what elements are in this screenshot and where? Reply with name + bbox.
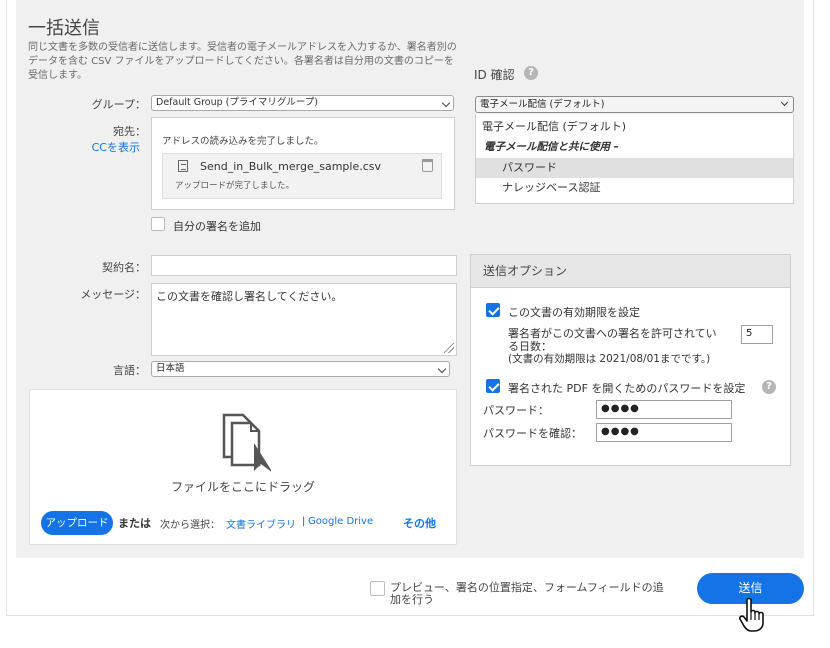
expiry-note: (文書の有効期限は 2021/08/01までです。) xyxy=(508,353,711,365)
agreement-name-input[interactable] xyxy=(151,255,457,276)
id-option-password[interactable]: パスワード xyxy=(476,158,793,178)
pdf-password-checkbox[interactable] xyxy=(486,379,500,393)
preview-checkbox[interactable] xyxy=(370,581,385,596)
message-textarea[interactable]: この文書を確認し署名してください。 xyxy=(151,283,457,356)
files-drag-icon xyxy=(222,413,271,472)
chevron-down-icon xyxy=(437,364,447,374)
group-select-value: Default Group (プライマリグループ) xyxy=(156,97,319,108)
show-cc-link[interactable]: CCを表示 xyxy=(60,139,140,155)
confirm-password-input[interactable]: ●●●● xyxy=(596,423,732,442)
id-verification-selected: 電子メール配信 (デフォルト) xyxy=(480,99,605,110)
expiry-label: この文書の有効期限を設定 xyxy=(508,306,640,319)
group-label: グループ： xyxy=(91,98,146,111)
expiry-checkbox[interactable] xyxy=(486,303,500,317)
more-sources-link[interactable]: その他 xyxy=(403,515,436,531)
page-title: 一括送信 xyxy=(28,18,100,39)
document-icon xyxy=(178,160,188,172)
id-option-knowledge-based[interactable]: ナレッジベース認証 xyxy=(476,178,793,198)
group-select[interactable]: Default Group (プライマリグループ) xyxy=(151,95,454,111)
link-separator: | xyxy=(302,516,306,527)
drag-files-text: ファイルをここにドラッグ xyxy=(170,480,315,494)
message-label: メッセージ： xyxy=(80,288,146,301)
id-verification-label: ID 確認 xyxy=(474,68,515,82)
preview-label: プレビュー、署名の位置指定、フォームフィールドの追加を行う xyxy=(390,581,664,606)
help-icon[interactable]: ? xyxy=(762,380,776,394)
uploaded-file-name: Send_in_Bulk_merge_sample.csv xyxy=(200,160,382,173)
send-options-panel: 送信オプション この文書の有効期限を設定 署名者がこの文書への署名を許可されてい… xyxy=(470,254,791,466)
language-select[interactable]: 日本語 xyxy=(151,361,450,377)
hand-cursor-icon xyxy=(739,597,764,632)
file-drop-zone[interactable]: ファイルをここにドラッグ アップロード または 次から選択： 文書ライブラリ |… xyxy=(29,389,457,545)
expiry-days-input[interactable]: 5 xyxy=(741,325,773,344)
google-drive-link[interactable]: Google Drive xyxy=(308,516,373,527)
chevron-down-icon xyxy=(441,98,451,108)
send-options-header: 送信オプション xyxy=(471,255,790,288)
password-label: パスワード： xyxy=(483,404,549,417)
or-text: または xyxy=(118,517,151,530)
uploaded-file-status: アップロードが完了しました。 xyxy=(175,181,295,191)
trash-icon[interactable] xyxy=(422,159,433,172)
id-option-email[interactable]: 電子メール配信 (デフォルト) xyxy=(476,117,793,137)
id-option-group-header: 電子メール配信と共に使用 – xyxy=(484,141,619,153)
add-signature-checkbox[interactable] xyxy=(151,217,165,231)
confirm-password-label: パスワードを確認： xyxy=(483,427,582,440)
language-label: 言語： xyxy=(113,364,146,377)
resize-handle-icon[interactable] xyxy=(444,343,454,353)
upload-button[interactable]: アップロード xyxy=(41,511,113,535)
document-library-link[interactable]: 文書ライブラリ xyxy=(226,516,296,531)
add-signature-label: 自分の署名を追加 xyxy=(173,220,261,233)
choose-from-text: 次から選択： xyxy=(160,520,220,531)
password-input[interactable]: ●●●● xyxy=(596,400,732,419)
language-select-value: 日本語 xyxy=(156,363,185,374)
message-text: この文書を確認し署名してください。 xyxy=(156,290,343,303)
uploaded-file-card: Send_in_Bulk_merge_sample.csv アップロードが完了し… xyxy=(162,153,442,199)
recipients-label: 宛先： xyxy=(113,125,146,138)
help-icon[interactable]: ? xyxy=(524,66,538,80)
recipients-box: アドレスの読み込みを完了しました。 Send_in_Bulk_merge_sam… xyxy=(151,117,455,210)
pdf-password-label: 署名された PDF を開くためのパスワードを設定 xyxy=(508,382,746,395)
page-description: 同じ文書を多数の受信者に送信します。受信者の電子メールアドレスを入力するか、署名… xyxy=(28,42,457,81)
id-verification-select[interactable]: 電子メール配信 (デフォルト) xyxy=(475,96,794,113)
chevron-down-icon xyxy=(780,98,789,107)
recipients-status: アドレスの読み込みを完了しました。 xyxy=(162,136,324,147)
id-verification-dropdown: 電子メール配信 (デフォルト) 電子メール配信と共に使用 – パスワード ナレッ… xyxy=(475,114,794,204)
agreement-name-label: 契約名： xyxy=(102,261,146,274)
